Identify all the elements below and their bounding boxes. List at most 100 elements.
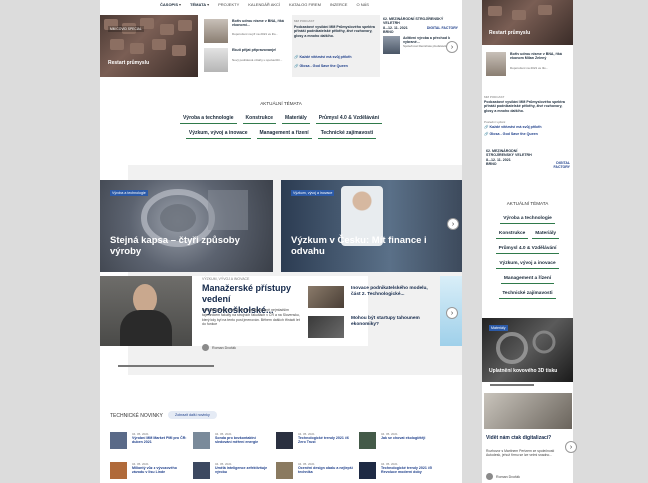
article-thumbnail bbox=[486, 52, 506, 76]
nav-casopis[interactable]: ČASOPIS bbox=[160, 2, 178, 7]
featured-card[interactable]: Materiály Uplatnění kovového 3D tisku bbox=[482, 318, 573, 382]
topic-konstrukce[interactable]: Konstrukce bbox=[242, 113, 277, 124]
topic-materialy[interactable]: Materiály bbox=[532, 229, 560, 239]
avatar bbox=[202, 344, 209, 351]
side-article[interactable]: Bořiv udrou nisme v BNA, říká ekonom Mil… bbox=[486, 52, 572, 80]
covid-title[interactable]: Restart průmyslu bbox=[489, 30, 530, 36]
news-thumbnail bbox=[110, 432, 127, 449]
link-icon: 🔗 bbox=[294, 64, 299, 68]
news-title[interactable]: Technologické trendy 2021 #5 Revoluce mo… bbox=[381, 466, 439, 474]
news-title[interactable]: Jak se chovat ekologičtěji bbox=[381, 436, 439, 440]
article-title[interactable]: Vidět nám ctak digitalizaci? bbox=[486, 435, 570, 441]
carousel-next-button[interactable]: › bbox=[446, 41, 458, 53]
featured-title[interactable]: Výzkum v Česku: Mít finance i odvahu bbox=[291, 235, 441, 257]
podcast-link-1-text: Každé vítězství má svůj příběh bbox=[299, 55, 352, 59]
article-body: Petr Blecha byl před 15 lety pravděpodob… bbox=[202, 308, 300, 327]
news-item[interactable]: 04. 05. 2021 Miliontý vůz z vývozového z… bbox=[110, 462, 190, 483]
nav-kalendar[interactable]: KALENDÁŘ AKCÍ bbox=[248, 2, 280, 7]
podcast-box: MM PODCAST Podcastové vysílání MM Průmys… bbox=[482, 92, 573, 144]
news-item[interactable]: 04. 05. 2021 Technologické trendy 2021 #… bbox=[359, 462, 439, 483]
article-title[interactable]: Ekuti přijat připravovanje! bbox=[232, 48, 288, 52]
avatar bbox=[486, 473, 493, 480]
news-title[interactable]: Technologické trendy 2021 #6 Zero Trust bbox=[298, 436, 356, 444]
category-badge[interactable]: Výroba a technologie bbox=[110, 190, 148, 196]
article-thumbnail bbox=[308, 286, 344, 308]
nav-katalog[interactable]: KATALOG FIREM bbox=[289, 2, 321, 7]
topic-vyroba[interactable]: Výroba a technologie bbox=[179, 113, 237, 124]
news-item[interactable]: 04. 05. 2021 Výrobní MM Market PMI pro Č… bbox=[110, 432, 190, 454]
podcast-box: MM PODCAST Podcastové vysílání MM Průmys… bbox=[292, 15, 380, 77]
topics-row: Technické zajímavosti bbox=[482, 289, 573, 299]
covid-special-banner[interactable]: Restart průmyslu bbox=[482, 0, 573, 45]
news-title[interactable]: Výrobní MM Market PMI pro ČR: duben 2021 bbox=[132, 436, 190, 444]
covid-special-banner[interactable]: MM COVID SPECIAL Restart průmyslu bbox=[100, 15, 198, 77]
article-thumbnail bbox=[383, 36, 400, 55]
carousel-next-button[interactable]: › bbox=[447, 218, 459, 230]
news-item[interactable]: 04. 05. 2021 Umělá inteligence zefektivň… bbox=[193, 462, 273, 483]
decorative-tile bbox=[110, 39, 124, 50]
chevron-down-icon[interactable]: ▾ bbox=[179, 2, 181, 7]
chevron-right-icon: › bbox=[450, 309, 454, 317]
carousel-next-button[interactable]: › bbox=[446, 307, 458, 319]
author-name[interactable]: Roman Dvořák bbox=[212, 346, 236, 350]
msv-banner[interactable]: 62. MEZINÁRODNÍ STROJÍRENSKÝ VELETRH 8.–… bbox=[486, 149, 570, 169]
topic-technicke[interactable]: Technické zajímavosti bbox=[317, 128, 377, 139]
article-card[interactable]: Vidět nám ctak digitalizaci? Rozhovor s … bbox=[482, 393, 573, 483]
topic-konstrukce[interactable]: Konstrukce bbox=[495, 229, 529, 239]
chevron-down-icon[interactable]: ▾ bbox=[207, 2, 209, 7]
news-title[interactable]: Umělá inteligence zefektivňuje výrobu bbox=[215, 466, 273, 474]
news-item[interactable]: 04. 05. 2021 Ocenění design obalu a nejl… bbox=[276, 462, 356, 483]
topic-management[interactable]: Management a řízení bbox=[256, 128, 312, 139]
podcast-link-1[interactable]: 🔗 Každé vítězství má svůj příběh bbox=[294, 55, 352, 59]
featured-title[interactable]: Stejná kapsa – čtyři způsoby výroby bbox=[110, 235, 240, 257]
podcast-link-2[interactable]: 🔗 Glosa - God Save the Queen bbox=[484, 132, 538, 136]
nav-inzerce[interactable]: INZERCE bbox=[330, 2, 348, 7]
news-item[interactable]: 04. 05. 2021 Jak se chovat ekologičtěji bbox=[359, 432, 439, 454]
covid-title[interactable]: Restart průmyslu bbox=[108, 60, 149, 66]
news-item[interactable]: 04. 05. 2021 Technologické trendy 2021 #… bbox=[276, 432, 356, 454]
article-title[interactable]: Bořiv udrou nisme v BNA, říká ekonom Mil… bbox=[510, 52, 572, 61]
side-article[interactable]: Mohou být startupy tahounem ekonomiky? bbox=[308, 316, 428, 342]
news-title[interactable]: Ocenění design obalu a nejlepší technika bbox=[298, 466, 356, 474]
podcast-link-2-text: Glosa - God Save the Queen bbox=[299, 64, 348, 68]
podcast-link-2[interactable]: 🔗 Glosa - God Save the Queen bbox=[294, 64, 348, 68]
topic-prumysl[interactable]: Průmysl 4.0 & Vzdělávání bbox=[495, 244, 560, 254]
nav-o-nas[interactable]: O NÁS bbox=[356, 2, 368, 7]
topic-vyzkum[interactable]: Výzkum, vývoj a inovace bbox=[496, 259, 559, 269]
topic-vyzkum[interactable]: Výzkum, vývoj a inovace bbox=[185, 128, 251, 139]
article-title[interactable]: Mohou být startupy tahounem ekonomiky? bbox=[351, 316, 429, 327]
news-thumbnail bbox=[276, 462, 293, 479]
category-badge[interactable]: Materiály bbox=[489, 325, 508, 331]
news-title[interactable]: Sonda pro bezkontaktní sledování měření … bbox=[215, 436, 273, 444]
decorative-tile bbox=[152, 39, 166, 50]
digital-factory-logo: DIGITAL FACTORY bbox=[553, 161, 570, 169]
featured-card[interactable]: Výroba a technologie Stejná kapsa – čtyř… bbox=[100, 180, 273, 272]
topic-materialy[interactable]: Materiály bbox=[282, 113, 310, 124]
article-cards: VÝZKUM, VÝVOJ A INOVACE Manažerské příst… bbox=[100, 276, 462, 356]
topic-vyroba[interactable]: Výroba a technologie bbox=[500, 214, 555, 224]
podcast-link-1[interactable]: 🔗 Každé vítězství má svůj příběh bbox=[484, 125, 542, 129]
header-article[interactable]: Ekuti přijat připravovanje! Nový podniko… bbox=[204, 48, 288, 74]
header-article[interactable]: Bořiv udrou nisme v BNA, říká ekonomi...… bbox=[204, 19, 288, 45]
mobile-preview-column: Restart průmyslu Bořiv udrou nisme v BNA… bbox=[482, 0, 573, 483]
topic-prumysl[interactable]: Průmysl 4.0 & Vzdělávání bbox=[315, 113, 383, 124]
featured-title[interactable]: Uplatnění kovového 3D tisku bbox=[489, 368, 557, 374]
article-body: Rozhovor s Martinem Pertzem ze společnos… bbox=[486, 449, 555, 458]
show-more-news-button[interactable]: Zobrazit další novinky bbox=[168, 411, 217, 419]
news-item[interactable]: 04. 05. 2021 Sonda pro bezkontaktní sled… bbox=[193, 432, 273, 454]
author-name[interactable]: Roman Dvořák bbox=[496, 475, 520, 479]
topic-management[interactable]: Management a řízení bbox=[500, 274, 555, 284]
decorative-tile bbox=[172, 45, 186, 56]
news-title[interactable]: Miliontý vůz z vývozového závodu v lisu … bbox=[132, 466, 190, 474]
side-article[interactable]: Inovace podnikatelského modelu, část 2. … bbox=[308, 286, 428, 312]
carousel-next-button[interactable]: › bbox=[565, 441, 577, 453]
topic-technicke[interactable]: Technické zajímavosti bbox=[499, 289, 556, 299]
category-badge[interactable]: Výzkum, vývoj a inovace bbox=[291, 190, 335, 196]
msv-city: BRNO bbox=[383, 29, 394, 34]
featured-card[interactable]: Výzkum, vývoj a inovace Výzkum v Česku: … bbox=[281, 180, 462, 272]
article-title[interactable]: Inovace podnikatelského modelu, část 2. … bbox=[351, 286, 429, 297]
article-title[interactable]: Bořiv udrou nisme v BNA, říká ekonomi... bbox=[232, 19, 288, 28]
nav-temata[interactable]: TÉMATA bbox=[190, 2, 206, 7]
nav-projekty[interactable]: PROJEKTY bbox=[218, 2, 239, 7]
link-icon: 🔗 bbox=[294, 55, 299, 59]
